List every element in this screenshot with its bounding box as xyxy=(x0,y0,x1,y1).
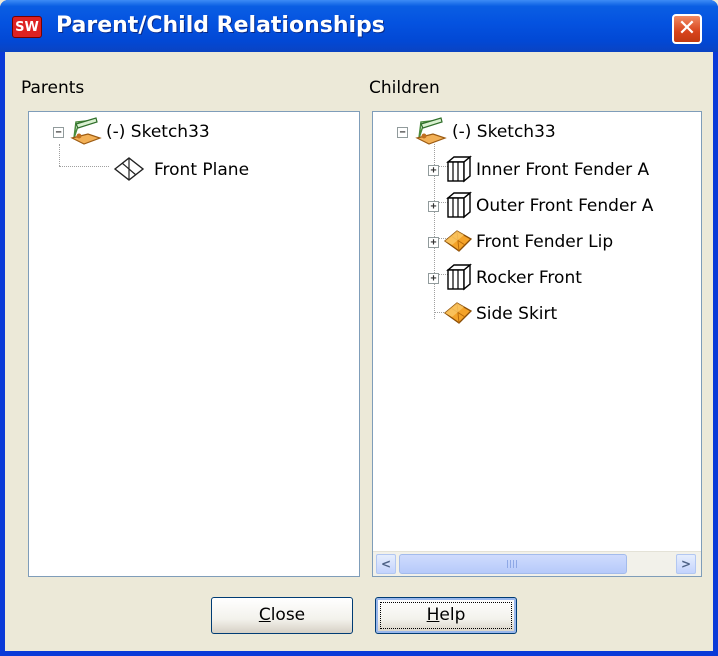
children-label: Children xyxy=(369,78,440,98)
tree-node-label: Front Plane xyxy=(154,160,250,180)
collapse-toggle[interactable]: − xyxy=(53,127,64,138)
dialog-window: SW Parent/Child Relationships ✕ Parents … xyxy=(0,0,718,656)
surface-feature-icon xyxy=(443,302,473,324)
sketch-icon xyxy=(415,117,447,145)
extrude-feature-icon xyxy=(446,155,472,183)
close-button[interactable]: Close xyxy=(211,597,353,634)
close-label: lose xyxy=(270,605,306,625)
tree-node-label: Inner Front Fender A xyxy=(476,160,650,180)
tree-node-label: Rocker Front xyxy=(476,268,582,288)
collapse-toggle[interactable]: − xyxy=(397,127,408,138)
children-tree[interactable]: − (-) Sketch33 + Inner Front Fender A + … xyxy=(372,111,702,577)
parents-tree[interactable]: − (-) Sketch33 Front Plane xyxy=(28,111,360,577)
focus-rectangle xyxy=(380,602,512,629)
tree-node-child-root[interactable]: − (-) Sketch33 xyxy=(388,117,701,146)
tree-node-rocker-front[interactable]: + Rocker Front xyxy=(428,263,701,292)
tree-node-front-plane[interactable]: Front Plane xyxy=(42,157,342,184)
scroll-left-button[interactable]: < xyxy=(376,554,396,574)
expand-toggle[interactable]: + xyxy=(428,237,439,248)
tree-node-outer-front-fender[interactable]: + Outer Front Fender A xyxy=(428,191,701,220)
tree-node-label: Front Fender Lip xyxy=(476,232,614,252)
horizontal-scrollbar[interactable]: < > xyxy=(373,551,701,576)
scroll-right-button[interactable]: > xyxy=(676,554,696,574)
surface-feature-icon xyxy=(443,230,473,252)
scroll-grip-icon xyxy=(507,560,519,568)
dialog-client-area: Parents Children − (-) Sketch33 Front Pl… xyxy=(5,52,713,651)
tree-node-label: (-) Sketch33 xyxy=(452,122,556,142)
plane-icon xyxy=(113,157,145,181)
sketch-icon xyxy=(70,117,102,145)
help-button[interactable]: Help xyxy=(375,597,517,634)
tree-node-front-fender-lip[interactable]: + Front Fender Lip xyxy=(428,228,701,256)
expand-toggle[interactable]: + xyxy=(428,165,439,176)
tree-node-label: Outer Front Fender A xyxy=(476,196,654,216)
extrude-feature-icon xyxy=(446,191,472,219)
window-close-button[interactable]: ✕ xyxy=(672,14,702,44)
scroll-thumb[interactable] xyxy=(399,554,627,574)
solidworks-app-icon: SW xyxy=(12,16,42,38)
extrude-feature-icon xyxy=(446,263,472,291)
parents-label: Parents xyxy=(21,78,85,98)
tree-node-side-skirt[interactable]: Side Skirt xyxy=(428,300,701,328)
close-mnemonic: C xyxy=(258,605,271,625)
tree-node-label: (-) Sketch33 xyxy=(106,122,210,142)
tree-node-label: Side Skirt xyxy=(476,304,558,324)
window-title: Parent/Child Relationships xyxy=(56,13,385,38)
expand-toggle[interactable]: + xyxy=(428,201,439,212)
expand-toggle[interactable]: + xyxy=(428,273,439,284)
tree-node-parent-root[interactable]: − (-) Sketch33 xyxy=(42,117,342,146)
tree-node-inner-front-fender[interactable]: + Inner Front Fender A xyxy=(428,155,701,184)
title-bar[interactable]: SW Parent/Child Relationships ✕ xyxy=(0,0,718,52)
